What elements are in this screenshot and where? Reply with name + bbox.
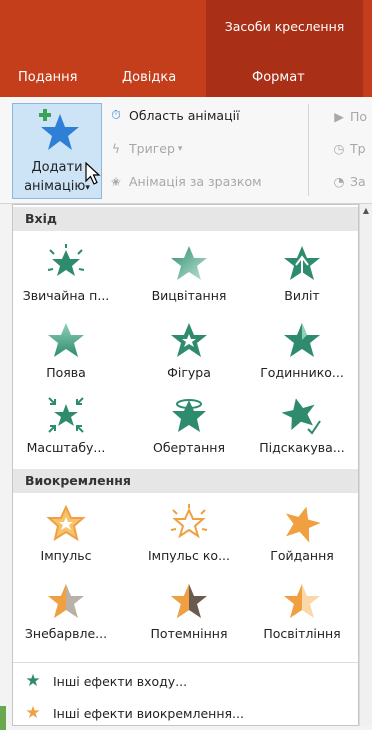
star-swivel-icon: [172, 399, 206, 432]
star-pulse-icon: [46, 504, 86, 542]
star-wheel-icon: [284, 323, 320, 357]
more-emphasis-label: Інші ефекти виокремлення...: [53, 705, 244, 721]
effect-label: Поява: [46, 365, 86, 380]
effect-color-pulse[interactable]: Імпульс ко...: [133, 503, 245, 563]
orange-star-icon: ★: [25, 703, 41, 723]
animation-pane-label: Область анімації: [129, 107, 240, 123]
duration-label: Тр: [350, 141, 366, 156]
effect-label: Потемніння: [150, 626, 228, 641]
lightning-icon: ϟ: [111, 141, 121, 156]
effect-label: Виліт: [284, 288, 320, 303]
effect-label: Гойдання: [270, 548, 334, 563]
green-star-icon: ★: [25, 671, 41, 691]
context-group-title: Засоби креслення: [224, 19, 345, 34]
star-teeter-icon: [285, 506, 321, 543]
tab-view[interactable]: Подання: [18, 70, 78, 85]
effect-label: Посвітління: [263, 626, 341, 641]
painter-star-icon: ✬: [110, 174, 122, 189]
add-animation-icon: [39, 109, 79, 150]
effect-label: Знебарвле...: [24, 626, 108, 641]
more-entrance-label: Інші ефекти входу...: [53, 673, 188, 689]
gallery-divider: [13, 662, 358, 663]
effect-label: Обертання: [153, 440, 225, 455]
emphasis-section-header: Виокремлення: [13, 469, 358, 493]
gallery-scrollbar[interactable]: ▲: [359, 204, 372, 726]
play-icon: ▶: [334, 109, 344, 124]
effect-label: Звичайна п...: [22, 288, 110, 303]
more-emphasis-effects-link[interactable]: ★ Інші ефекти виокремлення...: [13, 700, 358, 725]
effect-label: Вицвітання: [151, 288, 227, 303]
entrance-section-header: Вхід: [13, 207, 358, 231]
ribbon-separator: [308, 104, 309, 196]
effect-label: Годиннико...: [260, 365, 344, 380]
star-float-in-icon: [48, 323, 84, 357]
effect-teeter[interactable]: Гойдання: [246, 503, 358, 563]
effect-fly-in[interactable]: Виліт: [246, 243, 358, 303]
ribbon-right-edge: [363, 0, 372, 97]
animation-gallery: Вхід Звичайна п... Вицвітання Виліт Появ…: [12, 204, 359, 726]
effect-appear[interactable]: Звичайна п...: [13, 243, 122, 303]
effect-bounce[interactable]: Підскакува...: [246, 395, 358, 455]
effect-label: Імпульс: [40, 548, 92, 563]
star-appear-burst-icon: [47, 244, 85, 276]
star-fly-in-icon: [284, 246, 320, 280]
star-shape-icon: [171, 323, 207, 357]
effect-wheel[interactable]: Годиннико...: [246, 320, 358, 380]
star-darken-icon: [171, 584, 207, 618]
star-zoom-icon: [48, 397, 84, 433]
start-label: По: [350, 109, 368, 124]
duration-option[interactable]: ◷ Тр: [330, 141, 366, 156]
tab-format[interactable]: Формат: [252, 70, 305, 85]
animation-pane-icon: ⏱: [111, 107, 121, 122]
star-desaturate-icon: [48, 584, 84, 618]
animation-pane-button[interactable]: ⏱ Область анімації: [107, 107, 240, 123]
scroll-up-arrow-icon[interactable]: ▲: [361, 206, 371, 216]
effect-lighten[interactable]: Посвітління: [246, 581, 358, 641]
chevron-down-icon: ▾: [177, 143, 183, 154]
effect-swivel[interactable]: Обертання: [133, 395, 245, 455]
effect-fade[interactable]: Вицвітання: [133, 243, 245, 303]
start-option[interactable]: ▶ По: [330, 109, 367, 124]
timer-icon: ◔: [333, 174, 345, 189]
trigger-label: Тригер: [129, 141, 175, 156]
delay-option[interactable]: ◔ За: [330, 174, 366, 189]
effect-label: Підскакува...: [259, 440, 345, 455]
effect-pulse[interactable]: Імпульс: [13, 503, 122, 563]
effect-label: Імпульс ко...: [147, 548, 230, 563]
animation-painter-button[interactable]: ✬ Анімація за зразком: [107, 174, 262, 189]
effect-desaturate[interactable]: Знебарвле...: [13, 581, 122, 641]
mouse-cursor-icon: [85, 162, 101, 185]
animation-painter-label: Анімація за зразком: [129, 174, 262, 189]
star-fade-icon: [171, 246, 207, 280]
star-lighten-icon: [284, 584, 320, 618]
more-entrance-effects-link[interactable]: ★ Інші ефекти входу...: [13, 668, 358, 694]
effect-darken[interactable]: Потемніння: [133, 581, 245, 641]
delay-label: За: [350, 174, 366, 189]
effect-label: Фігура: [167, 365, 211, 380]
effect-shape[interactable]: Фігура: [133, 320, 245, 380]
effect-zoom[interactable]: Масштабу...: [13, 395, 122, 455]
effect-label: Масштабу...: [26, 440, 106, 455]
tab-help[interactable]: Довідка: [122, 70, 176, 85]
clock-icon: ◷: [333, 141, 345, 156]
star-bounce-icon: [282, 398, 321, 435]
effect-float-in[interactable]: Поява: [13, 320, 122, 380]
trigger-button[interactable]: ϟ Тригер ▾: [107, 141, 183, 156]
star-color-pulse-icon: [170, 504, 208, 539]
slide-edge: [0, 706, 6, 730]
